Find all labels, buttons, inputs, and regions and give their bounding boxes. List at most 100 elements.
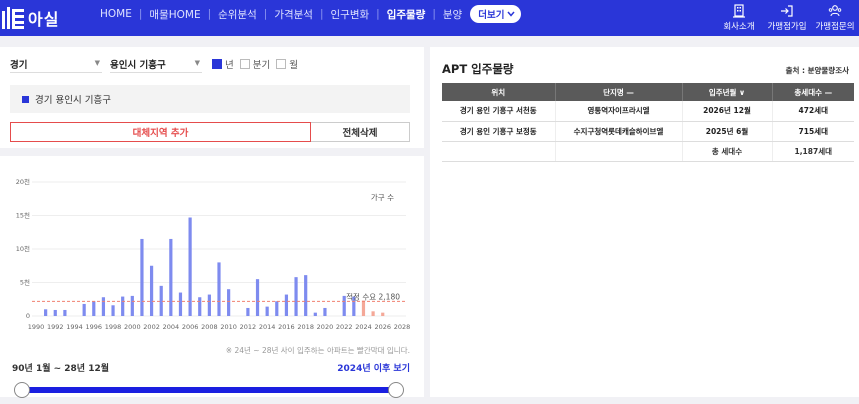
table-row[interactable]: 경기 용인 기흥구 보정동 수지구청역롯데캐슬하이브엘 2025년 6월 715…: [442, 121, 854, 142]
x-tick-label: 2006: [182, 323, 199, 331]
chart-bar[interactable]: [304, 275, 308, 316]
chart-bar[interactable]: [381, 312, 385, 316]
checkbox-checked-icon: [212, 59, 222, 69]
chevron-down-icon: [507, 11, 516, 17]
period-year-checkbox[interactable]: 년: [212, 57, 234, 71]
chart-bar[interactable]: [92, 301, 96, 316]
checkbox-icon: [276, 59, 287, 69]
col-complex-sort[interactable]: 단지명 —: [555, 83, 683, 101]
chart-bar[interactable]: [53, 309, 57, 316]
selected-region-item[interactable]: 경기 용인시 기흥구: [10, 85, 410, 113]
chart-bar[interactable]: [246, 307, 250, 316]
x-tick-label: 1998: [105, 323, 122, 331]
slider-track[interactable]: [20, 387, 398, 393]
chart-bar[interactable]: [294, 277, 298, 316]
x-tick-label: 2022: [336, 323, 353, 331]
table-row[interactable]: 경기 용인 기흥구 서천동 영통역자이프라시엘 2026년 12월 472세대: [442, 101, 854, 122]
chart-bar[interactable]: [101, 297, 106, 316]
chart-bar[interactable]: [371, 311, 375, 316]
chart-bar[interactable]: [227, 289, 231, 316]
add-region-button[interactable]: 대체지역 추가: [10, 122, 311, 142]
x-tick-label: 2004: [163, 323, 180, 331]
more-button[interactable]: 더보기: [470, 5, 522, 23]
y-tick-label: 10천: [16, 244, 30, 253]
range-label: 90년 1월 ~ 28년 12월: [12, 364, 110, 374]
top-links: 회사소개 가맹점가입 가맹점문의: [715, 0, 859, 36]
logo[interactable]: 아실: [2, 5, 59, 31]
chart-bar[interactable]: [169, 238, 173, 316]
total-label: 총 세대수: [682, 141, 773, 162]
x-tick-label: 2010: [220, 323, 237, 331]
y-tick-label: 15천: [16, 211, 30, 220]
slider-start-handle[interactable]: [14, 382, 30, 398]
building-icon: [733, 4, 745, 18]
x-tick-label: 2016: [278, 323, 295, 331]
x-tick-label: 2000: [124, 323, 141, 331]
chart-bar[interactable]: [63, 309, 67, 316]
x-tick-label: 2018: [297, 323, 314, 331]
col-units-sort[interactable]: 총세대수 —: [772, 83, 854, 101]
supply-chart-panel: 경기 ▼ 용인시 기흥구 ▼ 년 분기 월 경기 용인시 기흥구 대체지역 추가…: [0, 47, 424, 398]
nav-ranking[interactable]: 순위분석: [218, 7, 257, 22]
slider-end-handle[interactable]: [388, 382, 404, 398]
dropdown-arrow-icon: ▼: [94, 59, 100, 67]
y-tick-label: 20천: [16, 177, 30, 186]
chart-bar[interactable]: [217, 262, 221, 316]
bar-chart-svg: 05천10천15천20천 1990 1992 1994 1996 1998 2000 200…: [16, 177, 411, 331]
data-source: 출처 : 분양물량조사: [785, 66, 849, 75]
dropdown-arrow-icon: ▼: [194, 59, 200, 67]
chart-bar[interactable]: [255, 279, 260, 316]
nav-presale[interactable]: 분양: [443, 7, 462, 22]
col-date-sort[interactable]: 입주년월 ∨: [682, 83, 773, 101]
chart-bar[interactable]: [313, 312, 317, 316]
top-navigation-bar: 아실 HOME | 매물HOME | 순위분석 | 가격분석 | 인구변화 | …: [0, 0, 859, 36]
chart-note: ※ 24년 ~ 28년 사이 입주하는 아파트는 빨간막대 입니다.: [225, 346, 410, 355]
chart-bar[interactable]: [361, 300, 366, 316]
chart-bar[interactable]: [323, 307, 327, 316]
nav-price-analysis[interactable]: 가격분석: [274, 7, 313, 22]
chart-bar[interactable]: [284, 294, 289, 316]
main-nav: HOME | 매물HOME | 순위분석 | 가격분석 | 인구변화 | 입주물…: [100, 0, 522, 28]
chart-bar[interactable]: [111, 305, 115, 316]
series-color-swatch: [22, 95, 29, 103]
province-select[interactable]: 경기 ▼: [10, 55, 102, 73]
period-quarter-checkbox[interactable]: 분기: [239, 57, 270, 71]
nav-home[interactable]: HOME: [100, 8, 132, 20]
period-range-slider[interactable]: [14, 382, 404, 398]
chart-bar[interactable]: [198, 297, 202, 316]
period-month-checkbox[interactable]: 월: [276, 57, 298, 71]
chart-bar[interactable]: [44, 309, 48, 316]
x-tick-label: 2008: [201, 323, 218, 331]
x-tick-label: 1994: [66, 323, 83, 331]
filter-row: 경기 ▼ 용인시 기흥구 ▼ 년 분기 월: [10, 55, 298, 73]
y-tick-label: 0: [26, 312, 30, 320]
nav-listing-home[interactable]: 매물HOME: [149, 7, 200, 22]
chart-bar[interactable]: [178, 292, 183, 316]
chart-bar[interactable]: [130, 295, 134, 316]
region-buttons: 대체지역 추가 전체삭제: [10, 122, 410, 142]
chart-bar[interactable]: [207, 294, 211, 316]
nav-move-in-supply[interactable]: 입주물량: [387, 7, 426, 22]
delete-all-button[interactable]: 전체삭제: [311, 122, 410, 142]
chart-bar[interactable]: [121, 296, 125, 316]
chart-bar[interactable]: [265, 306, 269, 316]
apt-supply-title: APT 입주물량: [442, 62, 514, 76]
view-after-2024-link[interactable]: 2024년 이후 보기: [337, 361, 410, 374]
chart-bar[interactable]: [149, 265, 154, 316]
x-tick-label: 2020: [317, 323, 334, 331]
chart-legend: 가구 수: [371, 193, 394, 202]
chart-bar[interactable]: [275, 301, 279, 316]
x-tick-label: 2012: [240, 323, 257, 331]
apt-supply-panel: APT 입주물량 출처 : 분양물량조사 위치 단지명 — 입주년월 ∨ 총세대…: [430, 47, 859, 397]
x-tick-label: 2024: [355, 323, 372, 331]
range-row: 90년 1월 ~ 28년 12월 2024년 이후 보기: [12, 361, 410, 374]
x-tick-label: 1992: [47, 323, 64, 331]
city-select[interactable]: 용인시 기흥구 ▼: [110, 55, 202, 73]
nav-population[interactable]: 인구변화: [331, 7, 370, 22]
company-intro-link[interactable]: 회사소개: [715, 0, 763, 36]
affiliate-inquiry-link[interactable]: 가맹점문의: [811, 0, 859, 36]
building-logo-icon: [2, 7, 24, 29]
chart-bar[interactable]: [140, 238, 144, 316]
affiliate-signup-link[interactable]: 가맹점가입: [763, 0, 811, 36]
chart-bar[interactable]: [82, 303, 86, 316]
